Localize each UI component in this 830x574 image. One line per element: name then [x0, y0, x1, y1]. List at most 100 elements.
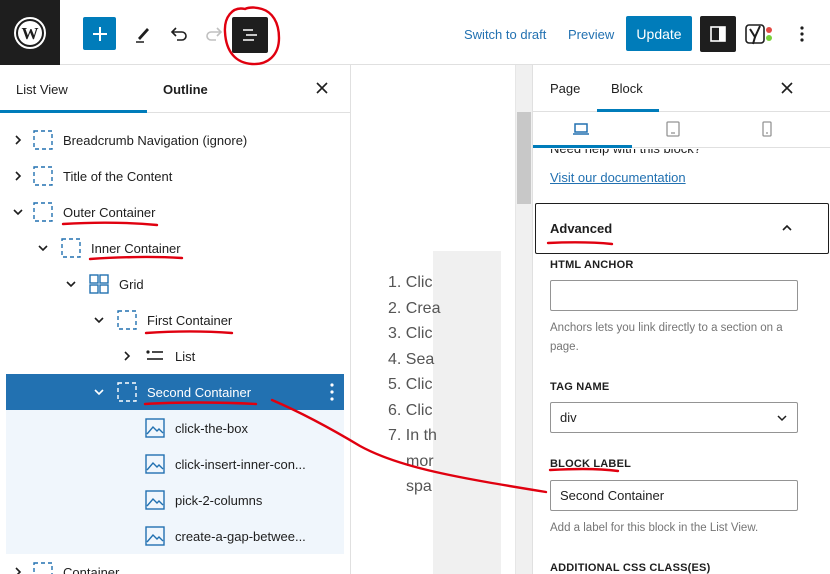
list-item-label: Container: [63, 564, 120, 574]
settings-sidebar-icon[interactable]: [700, 16, 736, 52]
list-item-label: First Container: [147, 312, 233, 328]
svg-text:W: W: [22, 24, 39, 43]
undo-icon[interactable]: [166, 17, 192, 50]
wordpress-logo-icon[interactable]: W: [0, 0, 60, 65]
advanced-panel-title: Advanced: [550, 221, 613, 236]
tag-name-value: div: [560, 410, 577, 425]
container-icon: [33, 562, 53, 574]
list-item[interactable]: Container: [6, 554, 344, 574]
list-item[interactable]: Grid: [6, 266, 344, 302]
chevron-right-icon[interactable]: [12, 566, 24, 574]
editor-toolbar: W Switch to draft Preview Update: [0, 0, 830, 65]
list-item: 3. Clic: [388, 325, 433, 342]
tab-outline[interactable]: Outline: [163, 65, 208, 113]
list-item[interactable]: Breadcrumb Navigation (ignore): [6, 122, 344, 158]
container-icon: [33, 130, 53, 150]
list-item[interactable]: create-a-gap-betwee...: [6, 518, 344, 554]
preview-button[interactable]: Preview: [568, 27, 614, 42]
list-item-label: Breadcrumb Navigation (ignore): [63, 132, 248, 148]
html-anchor-input[interactable]: [550, 280, 798, 311]
close-icon[interactable]: [313, 79, 331, 97]
yoast-seo-icon[interactable]: [744, 20, 776, 48]
chevron-down-icon[interactable]: [65, 278, 77, 290]
list-item[interactable]: First Container: [6, 302, 344, 338]
list-item-continuation: spa: [406, 478, 432, 495]
list-item: 6. Clic: [388, 401, 433, 419]
chevron-right-icon[interactable]: [12, 170, 24, 182]
image-icon: [145, 418, 165, 438]
list-item-label: Outer Container: [63, 204, 156, 220]
list-icon: [146, 350, 163, 360]
tag-name-select[interactable]: div: [550, 402, 798, 433]
list-item-label: pick-2-columns: [175, 492, 263, 508]
list-item[interactable]: List: [6, 338, 344, 374]
chevron-down-icon[interactable]: [12, 206, 24, 218]
tablet-icon[interactable]: [664, 120, 682, 138]
container-icon: [61, 238, 81, 258]
editor-canvas[interactable]: 1. Clic 2. Crea 3. Clic 4. Sea 5. Clic 6…: [351, 65, 515, 574]
list-item-label: List: [175, 348, 196, 364]
list-item: 7. In th: [388, 427, 437, 444]
documentation-link[interactable]: Visit our documentation: [550, 170, 686, 185]
list-item[interactable]: Inner Container: [6, 230, 344, 266]
list-item-label: click-insert-inner-con...: [175, 456, 306, 472]
desktop-icon[interactable]: [572, 120, 590, 138]
chevron-right-icon[interactable]: [12, 134, 24, 146]
list-view-tabs: List View Outline: [0, 65, 350, 113]
canvas-scrollbar[interactable]: [515, 65, 532, 574]
active-tab-indicator: [0, 110, 147, 113]
list-item[interactable]: click-insert-inner-con...: [6, 446, 344, 482]
scrollbar-thumb[interactable]: [517, 112, 531, 204]
mobile-icon[interactable]: [758, 120, 776, 138]
tab-page[interactable]: Page: [550, 65, 580, 112]
list-item-label: Grid: [119, 276, 144, 292]
advanced-panel-header[interactable]: Advanced: [535, 203, 829, 254]
tab-list-view[interactable]: List View: [16, 65, 68, 113]
list-item: 4. Sea: [388, 350, 435, 368]
list-item[interactable]: pick-2-columns: [6, 482, 344, 518]
edit-tool-icon[interactable]: [130, 17, 156, 50]
chevron-down-icon[interactable]: [93, 386, 105, 398]
image-icon: [145, 490, 165, 510]
list-item[interactable]: Title of the Content: [6, 158, 344, 194]
html-anchor-label: HTML ANCHOR: [550, 259, 634, 271]
list-item[interactable]: Outer Container: [6, 194, 344, 230]
image-placeholder: [433, 251, 501, 574]
list-item-label: click-the-box: [175, 420, 248, 436]
redo-icon[interactable]: [201, 17, 227, 50]
container-icon: [33, 166, 53, 186]
switch-to-draft-button[interactable]: Switch to draft: [464, 27, 546, 42]
list-view-panel: List View Outline Breadcrumb Navigation …: [0, 65, 351, 574]
list-item-continuation: mor: [406, 452, 434, 470]
block-label-help: Add a label for this block in the List V…: [550, 522, 759, 534]
chevron-down-icon[interactable]: [37, 242, 49, 254]
update-button[interactable]: Update: [626, 16, 692, 51]
list-view-toggle-button[interactable]: [232, 17, 268, 53]
list-item: 5. Clic: [388, 376, 433, 393]
sidebar-tabs: Page Block: [533, 65, 830, 112]
more-options-icon[interactable]: [792, 20, 812, 48]
list-item-label: Second Container: [147, 384, 252, 400]
device-preview-switcher: [533, 112, 830, 148]
list-item-label: create-a-gap-betwee...: [175, 528, 306, 544]
container-icon: [117, 382, 137, 402]
list-item-label: Title of the Content: [63, 168, 173, 184]
html-anchor-help: Anchors lets you link directly to a sect…: [550, 322, 783, 353]
chevron-down-icon[interactable]: [93, 314, 105, 326]
list-item-selected[interactable]: Second Container: [6, 374, 344, 410]
content-list[interactable]: 1. Clic 2. Crea 3. Clic 4. Sea 5. Clic 6…: [388, 270, 440, 500]
image-icon: [145, 454, 165, 474]
grid-icon: [89, 274, 109, 294]
list-item: 1. Clic: [388, 274, 433, 291]
tab-block[interactable]: Block: [611, 65, 643, 112]
more-options-icon[interactable]: [330, 383, 334, 401]
settings-sidebar: Page Block Need help with this block? Vi…: [532, 65, 830, 574]
close-icon[interactable]: [779, 80, 795, 96]
chevron-right-icon[interactable]: [121, 350, 133, 362]
additional-css-class-label: ADDITIONAL CSS CLASS(ES): [550, 562, 711, 574]
list-item[interactable]: click-the-box: [6, 410, 344, 446]
chevron-up-icon[interactable]: [780, 221, 794, 235]
add-block-button[interactable]: [83, 17, 116, 50]
image-icon: [145, 526, 165, 546]
block-label-input[interactable]: Second Container: [550, 480, 798, 511]
